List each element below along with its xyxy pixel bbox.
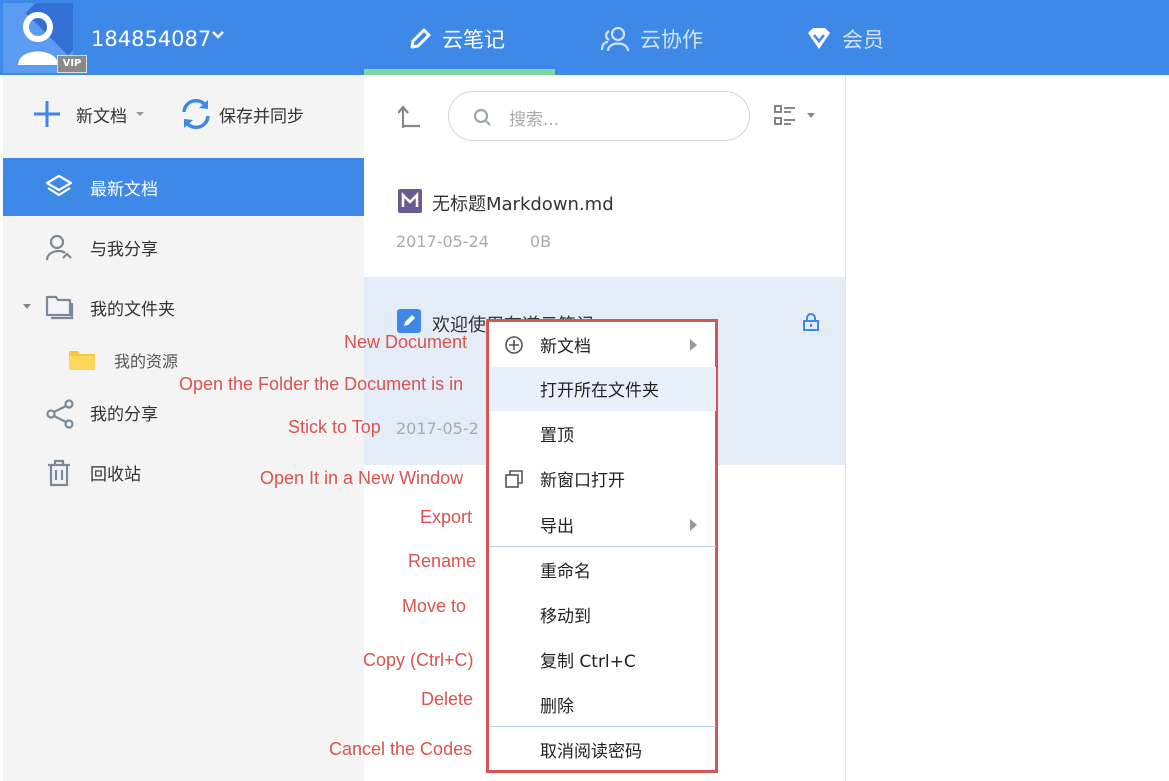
plus-icon: [34, 101, 60, 127]
markdown-icon: [398, 189, 422, 213]
folder-icon: [69, 351, 95, 370]
document-title: 无标题Markdown.md: [432, 194, 614, 215]
menu-separator: [490, 726, 716, 727]
tab-membership[interactable]: 会员: [806, 22, 884, 56]
chevron-down-icon[interactable]: [212, 30, 224, 40]
menu-item-label: 重命名: [540, 562, 591, 582]
annotation-move-to: Move to: [402, 596, 467, 616]
menu-item-stick-to-top[interactable]: 置顶: [490, 412, 716, 456]
caret-down-icon[interactable]: [135, 110, 145, 118]
tab-label: 云协作: [640, 28, 703, 52]
search-icon: [473, 108, 491, 126]
menu-item-new-document[interactable]: 新文档: [490, 323, 716, 367]
diamond-icon: [808, 28, 830, 49]
new-window-icon: [505, 470, 523, 488]
document-date: 2017-05-24: [396, 232, 489, 251]
view-list-icon[interactable]: [774, 105, 796, 127]
up-level-icon[interactable]: [398, 104, 422, 130]
sidebar-item-label: 我的资源: [114, 352, 179, 371]
annotation-export: Export: [420, 507, 473, 527]
share-icon: [46, 399, 74, 429]
submenu-arrow-icon: [690, 519, 697, 531]
annotation-new-document: New Document: [344, 332, 468, 352]
caret-down-icon[interactable]: [806, 112, 816, 120]
menu-item-open-folder[interactable]: 打开所在文件夹: [490, 367, 716, 411]
sidebar-item-recent[interactable]: 最新文档: [3, 158, 364, 216]
pencil-icon: [410, 28, 431, 49]
tab-cloud-notes[interactable]: 云笔记: [408, 22, 505, 56]
annotation-copy: Copy (Ctrl+C): [363, 650, 474, 670]
document-date: 2017-05-2: [396, 419, 479, 438]
annotation-open-folder: Open the Folder the Document is in: [179, 374, 464, 394]
sync-icon: [182, 98, 210, 130]
sidebar-item-my-folders[interactable]: 我的文件夹: [3, 278, 364, 336]
menu-item-label: 复制 Ctrl+C: [540, 652, 636, 672]
sidebar-item-my-resources[interactable]: 我的资源: [68, 348, 178, 372]
menu-separator: [490, 546, 716, 547]
menu-item-label: 新文档: [540, 337, 591, 357]
avatar[interactable]: VIP: [3, 3, 87, 73]
save-sync-label: 保存并同步: [219, 106, 304, 127]
menu-item-label: 移动到: [540, 607, 591, 627]
new-document-button[interactable]: 新文档: [31, 98, 145, 130]
people-icon: [600, 26, 630, 52]
new-document-label: 新文档: [76, 106, 127, 127]
shared-user-icon: [45, 234, 72, 261]
username[interactable]: 184854087: [91, 25, 211, 53]
lock-icon: [803, 313, 819, 331]
save-sync-button[interactable]: 保存并同步: [178, 96, 304, 132]
folder-outline-icon: [45, 295, 74, 320]
top-bar: VIP 184854087 云笔记 云协作 会员: [0, 0, 1169, 75]
trash-icon: [48, 459, 70, 487]
menu-item-move-to[interactable]: 移动到: [490, 593, 716, 637]
annotation-stick-to-top: Stick to Top: [288, 417, 381, 437]
menu-item-cancel-password[interactable]: 取消阅读密码: [490, 728, 716, 772]
vip-badge: VIP: [57, 55, 87, 73]
note-icon: [397, 309, 421, 333]
sidebar-item-label: 我的文件夹: [90, 300, 175, 320]
menu-item-delete[interactable]: 删除: [490, 683, 716, 727]
menu-item-copy[interactable]: 复制 Ctrl+C: [490, 638, 716, 682]
search-box[interactable]: 搜索...: [448, 91, 750, 141]
user-icon: [18, 12, 58, 65]
document-size: 0B: [530, 232, 552, 251]
tab-label: 云笔记: [442, 28, 505, 52]
annotation-cancel-codes: Cancel the Codes: [329, 739, 473, 759]
tab-label: 会员: [842, 28, 884, 52]
menu-item-label: 置顶: [540, 426, 574, 446]
menu-item-new-window[interactable]: 新窗口打开: [490, 457, 716, 501]
menu-item-label: 删除: [540, 697, 574, 717]
annotation-new-window: Open It in a New Window: [260, 468, 464, 488]
plus-circle-icon: [505, 336, 523, 354]
menu-item-export[interactable]: 导出: [490, 503, 716, 547]
sidebar-item-shared-with-me[interactable]: 与我分享: [3, 218, 364, 276]
sidebar-item-label: 最新文档: [90, 180, 158, 200]
caret-down-icon[interactable]: [22, 303, 32, 311]
menu-item-label: 打开所在文件夹: [540, 381, 659, 401]
sidebar-item-label: 我的分享: [90, 405, 158, 425]
context-menu: 新文档 打开所在文件夹 置顶 新窗口打开 导出 重命名 移动到 复制 Ctrl+…: [486, 319, 718, 773]
tab-cloud-collab[interactable]: 云协作: [600, 22, 703, 56]
submenu-arrow-icon: [690, 339, 697, 351]
menu-item-label: 新窗口打开: [540, 471, 625, 491]
menu-item-label: 取消阅读密码: [540, 742, 642, 762]
annotation-rename: Rename: [408, 551, 477, 571]
sidebar-item-label: 与我分享: [90, 240, 158, 260]
layers-icon: [45, 174, 73, 197]
menu-item-rename[interactable]: 重命名: [490, 548, 716, 592]
annotation-delete: Delete: [421, 689, 474, 709]
sidebar-item-label: 回收站: [90, 465, 141, 485]
search-input[interactable]: 搜索...: [509, 105, 559, 130]
menu-item-label: 导出: [540, 517, 574, 537]
